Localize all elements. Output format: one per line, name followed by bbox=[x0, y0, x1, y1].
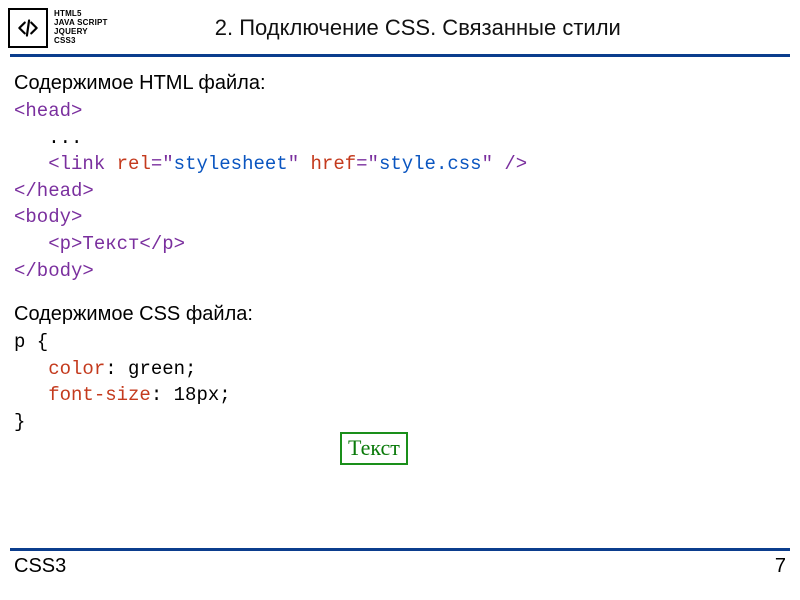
code-token: </head> bbox=[14, 180, 94, 202]
html-code-block: <head> ... <link rel="stylesheet" href="… bbox=[14, 98, 786, 284]
header: HTML5 JAVA SCRIPT JQUERY CSS3 2. Подключ… bbox=[0, 0, 800, 52]
code-token: style.css bbox=[379, 153, 482, 175]
slide-title: 2. Подключение CSS. Связанные стили bbox=[108, 15, 788, 41]
bottom-divider bbox=[10, 548, 790, 551]
logo-line: CSS3 bbox=[54, 37, 108, 46]
code-token: p { bbox=[14, 331, 48, 353]
page-number: 7 bbox=[775, 555, 786, 578]
html-label: Содержимое HTML файла: bbox=[14, 69, 786, 98]
code-token: " bbox=[288, 153, 311, 175]
code-token: rel bbox=[117, 153, 151, 175]
code-token: color bbox=[48, 358, 105, 380]
code-token: link bbox=[60, 153, 117, 175]
code-token: : green; bbox=[105, 358, 196, 380]
code-token bbox=[14, 153, 48, 175]
logo-icon bbox=[8, 8, 48, 48]
code-token: " /> bbox=[482, 153, 528, 175]
rendered-output: Текст bbox=[340, 432, 408, 465]
code-token: ... bbox=[14, 127, 82, 149]
code-token: =" bbox=[151, 153, 174, 175]
footer: CSS3 7 bbox=[0, 548, 800, 578]
logo-text: HTML5 JAVA SCRIPT JQUERY CSS3 bbox=[54, 10, 108, 45]
code-token: <p>Текст</p> bbox=[14, 233, 185, 255]
content: Содержимое HTML файла: <head> ... <link … bbox=[0, 57, 800, 436]
css-label: Содержимое CSS файла: bbox=[14, 300, 786, 329]
code-token: < bbox=[48, 153, 59, 175]
code-token: </body> bbox=[14, 260, 94, 282]
slide: HTML5 JAVA SCRIPT JQUERY CSS3 2. Подключ… bbox=[0, 0, 800, 600]
code-token: <head> bbox=[14, 100, 82, 122]
code-token bbox=[14, 384, 48, 406]
code-token: : 18px; bbox=[151, 384, 231, 406]
code-token: =" bbox=[356, 153, 379, 175]
code-token: <body> bbox=[14, 206, 82, 228]
code-token: } bbox=[14, 411, 25, 433]
code-token: href bbox=[311, 153, 357, 175]
footer-left: CSS3 bbox=[14, 555, 66, 578]
code-token: font-size bbox=[48, 384, 151, 406]
code-token: stylesheet bbox=[174, 153, 288, 175]
code-token bbox=[14, 358, 48, 380]
css-code-block: p { color: green; font-size: 18px; } bbox=[14, 329, 786, 435]
